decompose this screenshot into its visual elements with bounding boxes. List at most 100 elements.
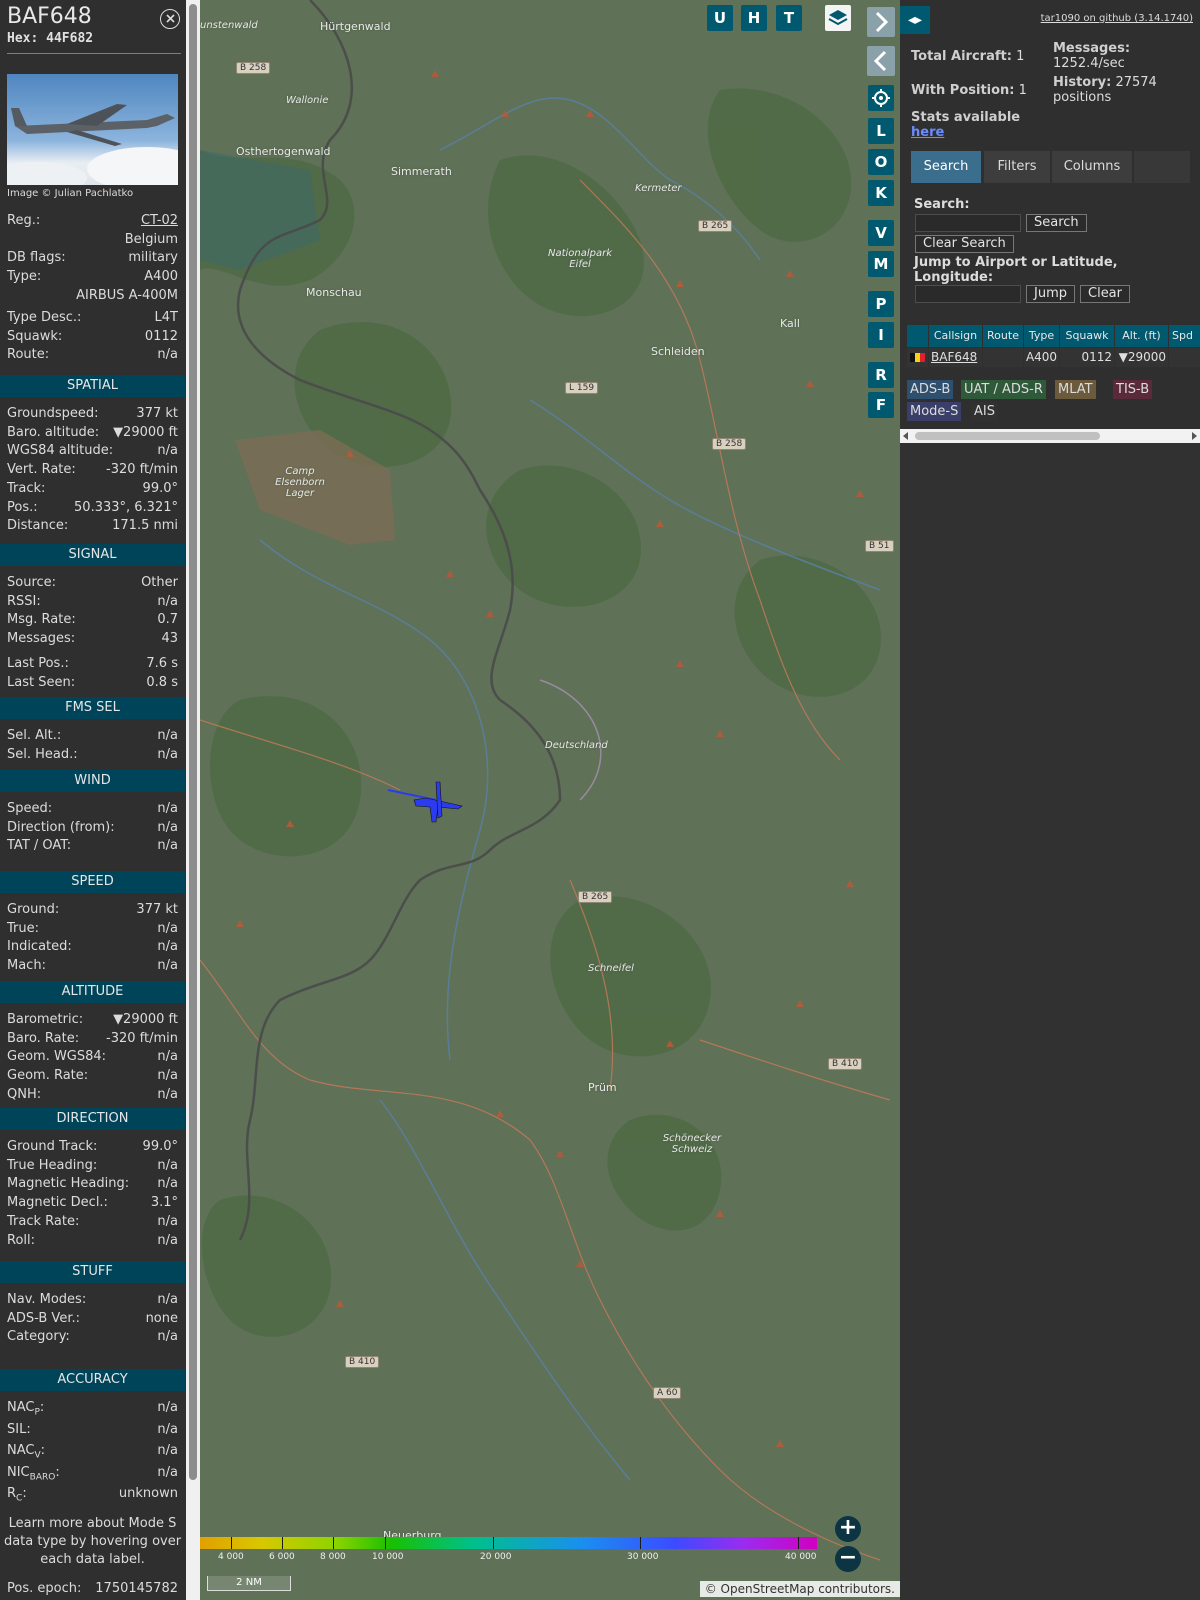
map-view[interactable]: Hürtgenwald Osthertogenwald Simmerath Monsc…	[200, 0, 900, 1600]
legend-tick-5	[640, 1537, 641, 1549]
map-label-0: Hürtgenwald	[320, 20, 391, 33]
layers-button[interactable]	[825, 5, 851, 31]
accuracy-row-2-label: NACV:	[7, 1443, 45, 1461]
stats-link[interactable]: here	[911, 125, 944, 140]
direction-row-0-value: 99.0°	[142, 1139, 178, 1154]
detail-row-5-value: L4T	[154, 309, 178, 325]
map-button-p[interactable]: P	[868, 291, 894, 317]
github-link[interactable]: tar1090 on github (3.14.1740)	[1041, 13, 1193, 24]
stuff-row-2-value: n/a	[157, 1329, 178, 1345]
spatial-row-5-value: 50.333°, 6.321°	[74, 499, 178, 515]
accuracy-row-4-label: RC:	[7, 1486, 27, 1504]
tab-search[interactable]: Search	[911, 151, 981, 183]
panel-toggle-button[interactable]: ◂▸	[900, 6, 930, 34]
scroll-left-arrow-icon[interactable]	[902, 431, 910, 441]
altitude-row-0-label: Barometric:	[7, 1012, 84, 1027]
table-header-squawk[interactable]: Squawk	[1060, 325, 1114, 347]
accuracy-row-0-value: n/a	[157, 1400, 178, 1415]
table-horizontal-scrollbar[interactable]	[900, 429, 1200, 443]
road-sign-1: B 265	[698, 220, 733, 232]
zoom-in-button[interactable]: +	[835, 1516, 861, 1542]
aircraft-hex: Hex: 44F682	[7, 31, 93, 46]
spatial-row-3-label: Vert. Rate:	[7, 462, 76, 478]
clear-search-button[interactable]: Clear Search	[915, 235, 1014, 253]
wind-row-0-value: n/a	[157, 801, 178, 816]
aircraft-photo[interactable]	[7, 74, 178, 185]
table-header-altitude[interactable]: Alt. (ft)	[1115, 325, 1168, 347]
stuff-row-0-value: n/a	[157, 1292, 178, 1307]
jump-button[interactable]: Jump	[1026, 285, 1075, 303]
wind-row-2-value: n/a	[157, 838, 178, 854]
section-header-spatial: SPATIAL	[0, 375, 185, 397]
accuracy-row-1-label: SIL:	[7, 1421, 31, 1437]
road-sign-6: B 410	[828, 1058, 863, 1070]
speed-row-0-label: Ground:	[7, 902, 60, 917]
search-button[interactable]: Search	[1026, 214, 1087, 232]
road-sign-4: B 51	[865, 540, 894, 552]
speed-row-0: Ground: 377 kt	[7, 902, 178, 921]
map-button-u[interactable]: U	[707, 5, 733, 31]
close-button[interactable]	[160, 9, 180, 29]
map-button-f[interactable]: F	[868, 392, 894, 418]
map-button-l[interactable]: L	[868, 118, 894, 144]
direction-row-1-label: True Heading:	[7, 1157, 98, 1173]
detail-row-0-value[interactable]: CT-02	[141, 213, 178, 228]
zoom-out-button[interactable]: −	[835, 1546, 861, 1572]
table-cell-callsign[interactable]: BAF648	[929, 348, 982, 367]
detail-row-6-label: Squawk:	[7, 328, 63, 344]
table-header-speed[interactable]: Spd	[1169, 325, 1200, 347]
map-button-i[interactable]: I	[868, 322, 894, 348]
spatial-row-4-value: 99.0°	[142, 480, 178, 496]
altitude-row-4-label: QNH:	[7, 1086, 42, 1102]
hex-label: Hex:	[7, 31, 39, 46]
table-header-route[interactable]: Route	[983, 325, 1023, 347]
settings-button[interactable]	[868, 85, 894, 111]
fms-row-1-value: n/a	[157, 746, 178, 762]
tab-columns[interactable]: Columns	[1052, 151, 1132, 183]
accuracy-row-4-label-suffix: :	[22, 1486, 27, 1501]
legend-label-6: 40 000	[785, 1552, 817, 1562]
signal-row-4-value: 7.6 s	[146, 656, 178, 672]
signal-row-0-value: Other	[141, 575, 178, 590]
speed-row-2-value: n/a	[157, 939, 178, 955]
jump-input[interactable]	[915, 285, 1021, 303]
spatial-row-2-label: WGS84 altitude:	[7, 443, 114, 459]
aircraft-marker[interactable]	[386, 776, 466, 826]
sidebar-scrollbar[interactable]	[186, 0, 200, 1600]
scale-line: 2 NM	[207, 1576, 291, 1591]
stuff-row-1-value: none	[145, 1310, 178, 1326]
map-button-k[interactable]: K	[868, 180, 894, 206]
altitude-row-3-value: n/a	[157, 1068, 178, 1084]
map-button-o[interactable]: O	[868, 149, 894, 175]
detail-row-5: Type Desc.: L4T	[7, 310, 178, 329]
map-button-h[interactable]: H	[741, 5, 767, 31]
search-input[interactable]	[915, 214, 1021, 232]
accuracy-row-1: SIL: n/a	[7, 1422, 178, 1441]
section-header-direction: DIRECTION	[0, 1108, 185, 1130]
collapse-left-button[interactable]	[867, 46, 895, 76]
horizontal-scroll-thumb[interactable]	[915, 432, 1100, 440]
accuracy-row-3-label-suffix: :	[55, 1464, 60, 1480]
spatial-row-3: Vert. Rate: -320 ft/min	[7, 462, 178, 481]
table-header-callsign[interactable]: Callsign	[929, 325, 982, 347]
expand-right-button[interactable]	[867, 7, 895, 37]
map-button-r[interactable]: R	[868, 362, 894, 388]
accuracy-row-0-label: NACP:	[7, 1400, 44, 1418]
map-button-v[interactable]: V	[868, 220, 894, 246]
map-attribution[interactable]: © OpenStreetMap contributors.	[699, 1581, 900, 1597]
scroll-right-arrow-icon[interactable]	[1190, 431, 1198, 441]
gear-icon	[872, 89, 890, 107]
map-label-8: Camp Elsenborn Lager	[275, 466, 325, 499]
map-button-m[interactable]: M	[868, 251, 894, 277]
jump-label: Jump to Airport or Latitude, Longitude:	[914, 255, 1118, 285]
clear-button[interactable]: Clear	[1080, 285, 1130, 303]
stats-label: Stats available	[911, 110, 1021, 125]
stuff-row-2-label: Category:	[7, 1329, 70, 1345]
scrollbar-thumb[interactable]	[189, 4, 197, 1480]
tab-filters[interactable]: Filters	[984, 151, 1050, 183]
altitude-row-4-value: n/a	[157, 1086, 178, 1102]
spatial-row-3-value: -320 ft/min	[106, 462, 178, 478]
pos-epoch-label: Pos. epoch:	[7, 1581, 82, 1596]
table-header-type[interactable]: Type	[1024, 325, 1059, 347]
map-button-t[interactable]: T	[776, 5, 802, 31]
